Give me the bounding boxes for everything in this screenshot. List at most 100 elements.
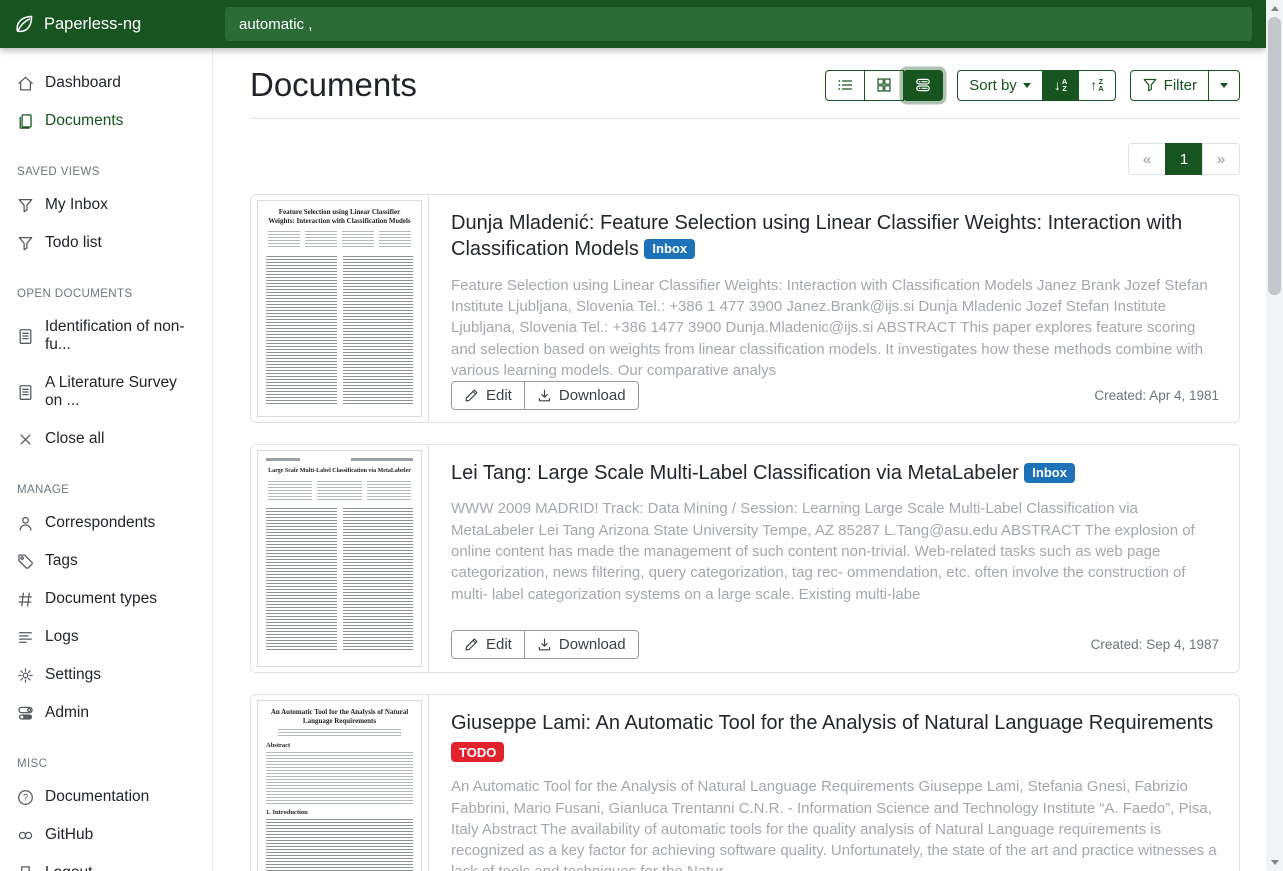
filter-group: Filter (1130, 70, 1240, 101)
leaf-icon (13, 13, 35, 35)
sidebar-item-label: Admin (45, 704, 89, 722)
sort-ascending-button[interactable]: ↑ZA (1078, 70, 1115, 101)
download-button[interactable]: Download (524, 381, 639, 410)
pencil-icon (464, 637, 479, 652)
sidebar-item-label: Correspondents (45, 514, 155, 532)
sidebar-item-github[interactable]: GitHub (0, 816, 212, 854)
sidebar-item-logs[interactable]: Logs (0, 618, 212, 656)
sidebar-item-admin[interactable]: Admin (0, 694, 212, 732)
sidebar-item-todo-list[interactable]: Todo list (0, 224, 212, 262)
sort-by-dropdown[interactable]: Sort by (957, 70, 1043, 101)
sort-by-label: Sort by (969, 77, 1017, 94)
sidebar-item-settings[interactable]: Settings (0, 656, 212, 694)
sidebar-item-correspondents[interactable]: Correspondents (0, 504, 212, 542)
thumbnail-paper: An Automatic Tool for the Analysis of Na… (257, 700, 422, 871)
thumbnail-paper-title: Large Scale Multi-Label Classification v… (266, 468, 413, 476)
created-date: Created: Sep 4, 1987 (1091, 637, 1219, 652)
sidebar-item-label: Tags (45, 552, 78, 570)
edit-label: Edit (486, 636, 512, 653)
thumbnail-authors (268, 481, 411, 501)
sidebar-item-label: Close all (45, 430, 104, 448)
scrollbar-thumb[interactable] (1268, 17, 1281, 295)
vertical-scrollbar[interactable] (1266, 0, 1283, 871)
document-title[interactable]: Dunja Mladenić: Feature Selection using … (451, 210, 1219, 263)
document-thumbnail[interactable]: Large Scale Multi-Label Classification v… (251, 445, 429, 672)
list-icon (837, 77, 853, 93)
tag-badge-inbox[interactable]: Inbox (1024, 463, 1075, 483)
tag-badge-todo[interactable]: TODO (451, 742, 504, 762)
tag-badge-inbox[interactable]: Inbox (644, 239, 695, 259)
sidebar-item-label: GitHub (45, 826, 93, 844)
person-icon (17, 515, 34, 532)
documents-icon (17, 113, 34, 130)
document-card: Feature Selection using Linear Classifie… (250, 194, 1240, 423)
sidebar-item-open-doc-2[interactable]: A Literature Survey on ... (0, 364, 212, 420)
thumbnail-paper: Large Scale Multi-Label Classification v… (257, 450, 422, 667)
grid-icon (876, 77, 892, 93)
download-label: Download (559, 636, 626, 653)
download-icon (537, 637, 552, 652)
tag-icon (17, 553, 34, 570)
sort-group: Sort by ↓AZ ↑ZA (957, 70, 1115, 101)
thumbnail-body-text (266, 256, 413, 404)
sidebar-item-document-types[interactable]: Document types (0, 580, 212, 618)
sidebar-section-saved-views: SAVED VIEWS (0, 156, 212, 186)
sidebar-item-dashboard[interactable]: Dashboard (0, 64, 212, 102)
document-title-text: Giuseppe Lami: An Automatic Tool for the… (451, 712, 1213, 734)
scrollbar-up-arrow[interactable] (1266, 0, 1283, 17)
sidebar-item-label: Identification of non-fu... (45, 318, 195, 354)
title-divider (250, 118, 1240, 119)
x-icon (17, 431, 34, 448)
scrollbar-down-arrow[interactable] (1266, 854, 1283, 871)
house-icon (17, 75, 34, 92)
sidebar-item-open-doc-1[interactable]: Identification of non-fu... (0, 308, 212, 364)
sidebar-item-documentation[interactable]: ? Documentation (0, 778, 212, 816)
sidebar-item-tags[interactable]: Tags (0, 542, 212, 580)
link-icon (17, 827, 34, 844)
sidebar-item-label: Logout (45, 864, 92, 871)
download-icon (537, 388, 552, 403)
document-thumbnail[interactable]: An Automatic Tool for the Analysis of Na… (251, 695, 429, 871)
download-button[interactable]: Download (524, 630, 639, 659)
thumbnail-body-text (266, 508, 413, 650)
sidebar-section-misc: MISC (0, 748, 212, 778)
view-details-button[interactable] (903, 70, 943, 101)
file-text-icon (17, 384, 34, 401)
pagination-prev-button[interactable]: « (1128, 143, 1166, 175)
edit-button[interactable]: Edit (451, 381, 525, 410)
sidebar-item-documents[interactable]: Documents (0, 102, 212, 140)
hash-icon (17, 591, 34, 608)
thumbnail-paper-title: Feature Selection using Linear Classifie… (266, 208, 413, 226)
thumbnail-body-text (266, 819, 413, 871)
created-date: Created: Apr 4, 1981 (1094, 388, 1219, 403)
sidebar-item-close-all[interactable]: Close all (0, 420, 212, 458)
pagination-page-1-button[interactable]: 1 (1165, 143, 1203, 175)
thumbnail-paper-title: An Automatic Tool for the Analysis of Na… (266, 708, 413, 726)
edit-button[interactable]: Edit (451, 630, 525, 659)
view-mode-group (825, 70, 943, 101)
view-list-button[interactable] (825, 70, 865, 101)
view-grid-button[interactable] (864, 70, 904, 101)
sidebar-item-label: A Literature Survey on ... (45, 374, 195, 410)
sort-alpha-up-icon: ↑ZA (1090, 78, 1103, 92)
sidebar-item-logout[interactable]: Logout (0, 854, 212, 871)
document-title[interactable]: Giuseppe Lami: An Automatic Tool for the… (451, 710, 1219, 764)
chevron-down-icon (1023, 83, 1031, 88)
text-lines-icon (17, 629, 34, 646)
pagination-next-button[interactable]: » (1202, 143, 1240, 175)
sort-descending-button[interactable]: ↓AZ (1042, 70, 1079, 101)
filter-button[interactable]: Filter (1130, 70, 1209, 101)
pencil-icon (464, 388, 479, 403)
sidebar-item-label: Documentation (45, 788, 149, 806)
funnel-icon (17, 235, 34, 252)
search-input[interactable] (225, 7, 1252, 41)
app-brand[interactable]: Paperless-ng (0, 0, 213, 48)
document-thumbnail[interactable]: Feature Selection using Linear Classifie… (251, 195, 429, 422)
sidebar-item-label: Settings (45, 666, 101, 684)
sidebar-item-my-inbox[interactable]: My Inbox (0, 186, 212, 224)
thumbnail-section-heading: Abstract (266, 742, 413, 749)
document-title[interactable]: Lei Tang: Large Scale Multi-Label Classi… (451, 460, 1219, 486)
filter-dropdown-toggle[interactable] (1208, 70, 1240, 101)
document-excerpt: Feature Selection using Linear Classifie… (451, 275, 1219, 381)
brand-name: Paperless-ng (44, 15, 141, 34)
